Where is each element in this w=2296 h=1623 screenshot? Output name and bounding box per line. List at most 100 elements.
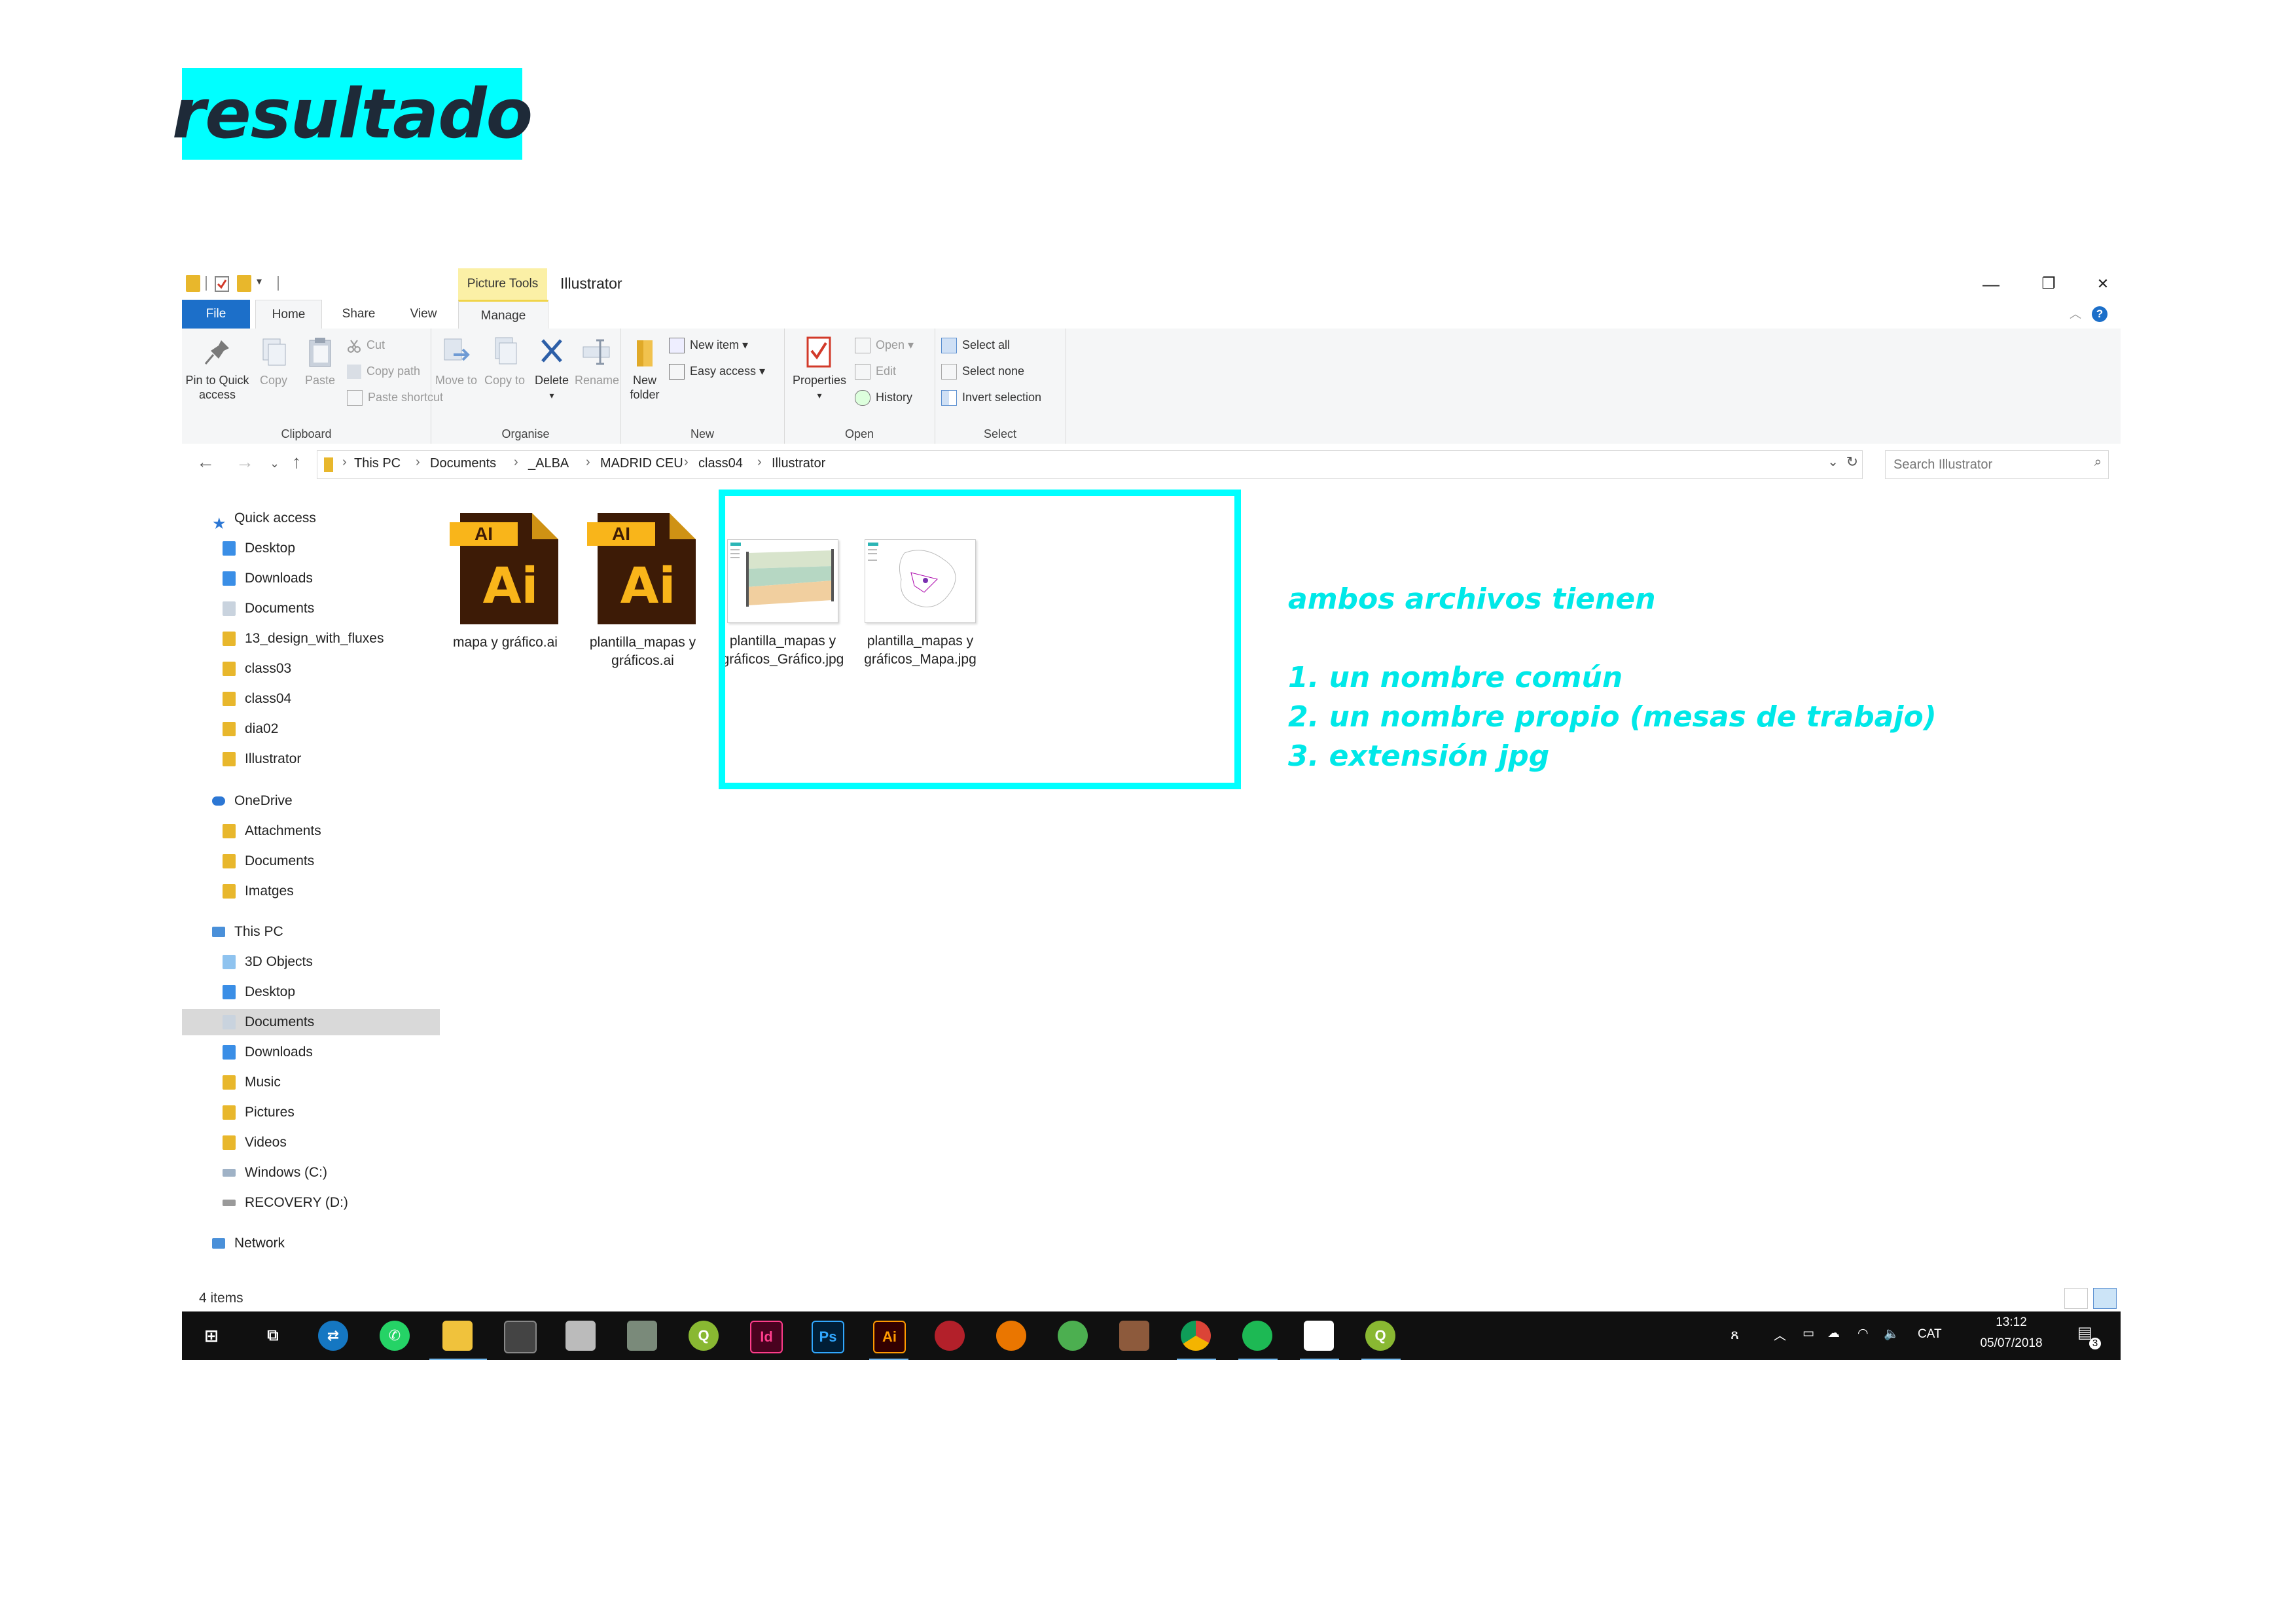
nav-pc-documents[interactable]: Documents	[182, 1009, 440, 1035]
app-icon[interactable]	[1058, 1321, 1088, 1351]
task-view-icon[interactable]: ⧉	[258, 1321, 288, 1351]
edit-button[interactable]: Edit	[855, 360, 896, 382]
paste-shortcut-button[interactable]: Paste shortcut	[347, 386, 443, 408]
help-icon[interactable]: ?	[2092, 306, 2108, 322]
breadcrumb-class04[interactable]: class04	[698, 456, 743, 471]
nav-onedrive-imatges[interactable]: Imatges	[223, 878, 294, 904]
app-icon[interactable]	[935, 1321, 965, 1351]
nav-quick-13-design-with-fluxes[interactable]: 13_design_with_fluxes📌	[223, 626, 474, 652]
nav-onedrive[interactable]: OneDrive	[212, 788, 293, 814]
rename-button[interactable]: Rename	[575, 335, 619, 387]
breadcrumb-documents[interactable]: Documents	[430, 456, 496, 471]
nav-quick-access[interactable]: ★ Quick access	[212, 505, 316, 533]
copy-button[interactable]: Copy	[251, 335, 296, 387]
show-hidden-icons-chevron-icon[interactable]: ︿	[1774, 1326, 1786, 1344]
pin-to-quick-access-button[interactable]: Pin to Quick access	[185, 335, 250, 402]
nav-pc-pictures[interactable]: Pictures	[223, 1099, 295, 1126]
windows-start-icon[interactable]: ⊞	[196, 1321, 226, 1351]
clock-date[interactable]: 05/07/2018	[1964, 1336, 2059, 1351]
nav-pc-windows-c[interactable]: Windows (C:)	[223, 1160, 327, 1186]
select-all-button[interactable]: Select all	[941, 334, 1010, 356]
address-breadcrumb[interactable]: › This PC › Documents › _ALBA › MADRID C…	[317, 450, 1863, 479]
tab-view[interactable]: View	[395, 300, 452, 329]
refresh-icon[interactable]: ↻	[1846, 454, 1858, 471]
volume-icon[interactable]: 🔈	[1884, 1326, 1899, 1342]
file-item[interactable]: AI Ai mapa y gráfico.ai	[437, 507, 573, 652]
nav-quick-dia02[interactable]: dia02	[223, 716, 278, 742]
copy-path-button[interactable]: Copy path	[347, 360, 420, 382]
people-icon[interactable]: ጸ	[1731, 1326, 1739, 1343]
app-icon[interactable]	[1119, 1321, 1149, 1351]
nav-onedrive-attachments[interactable]: Attachments	[223, 818, 321, 844]
copy-to-button[interactable]: Copy to	[483, 335, 526, 387]
breadcrumb-madrid-ceu[interactable]: MADRID CEU	[600, 456, 683, 471]
nav-pc-desktop[interactable]: Desktop	[223, 979, 295, 1005]
indesign-icon[interactable]: Id	[750, 1321, 783, 1353]
address-dropdown-icon[interactable]: ⌄	[1827, 454, 1839, 470]
nav-pc-recovery-d[interactable]: RECOVERY (D:)	[223, 1190, 348, 1216]
recent-locations-chevron-icon[interactable]: ⌄	[270, 457, 279, 471]
nav-quick-desktop[interactable]: Desktop📌	[223, 535, 474, 562]
nav-onedrive-documents[interactable]: Documents	[223, 848, 314, 874]
forward-arrow-icon[interactable]: →	[236, 452, 254, 473]
move-to-button[interactable]: Move to	[435, 335, 478, 387]
file-explorer-icon[interactable]	[442, 1321, 473, 1351]
nav-network[interactable]: Network	[212, 1230, 285, 1257]
blender-icon[interactable]	[996, 1321, 1026, 1351]
file-item[interactable]: AI Ai plantilla_mapas y gráficos.ai	[575, 507, 711, 670]
new-folder-button[interactable]: New folder	[624, 335, 665, 402]
large-icons-view-icon[interactable]	[2093, 1288, 2117, 1309]
whatsapp-icon[interactable]: ✆	[380, 1321, 410, 1351]
nav-quick-illustrator[interactable]: Illustrator	[223, 746, 301, 772]
delete-button[interactable]: Delete ▾	[530, 335, 573, 402]
history-button[interactable]: History	[855, 386, 912, 408]
search-input[interactable]	[1892, 455, 2078, 474]
breadcrumb-this-pc[interactable]: This PC	[354, 456, 401, 471]
easy-access-button[interactable]: Easy access ▾	[669, 360, 765, 382]
terminal-icon[interactable]	[504, 1321, 537, 1353]
app-icon[interactable]	[565, 1321, 596, 1351]
properties-button[interactable]: Properties ▾	[787, 335, 852, 402]
minimize-button[interactable]: —	[1971, 272, 2011, 296]
invert-selection-button[interactable]: Invert selection	[941, 386, 1041, 408]
close-button[interactable]: ✕	[2087, 272, 2119, 296]
open-button[interactable]: Open ▾	[855, 334, 914, 356]
nav-quick-class03[interactable]: class03	[223, 656, 291, 682]
cut-button[interactable]: Cut	[347, 334, 385, 356]
nav-pc-music[interactable]: Music	[223, 1069, 281, 1096]
qgis-icon[interactable]: Q	[1365, 1321, 1395, 1351]
language-indicator[interactable]: CAT	[1918, 1327, 1942, 1342]
battery-icon[interactable]: ▭	[1803, 1326, 1814, 1341]
qgis-icon[interactable]: Q	[689, 1321, 719, 1351]
details-view-icon[interactable]	[2064, 1288, 2088, 1309]
properties-quick-icon[interactable]	[215, 276, 229, 292]
customize-toolbar-icon[interactable]: ▾	[257, 275, 271, 292]
breadcrumb-alba[interactable]: _ALBA	[528, 456, 569, 471]
nav-quick-class04[interactable]: class04	[223, 686, 291, 712]
photoshop-icon[interactable]: Ps	[812, 1321, 844, 1353]
new-item-button[interactable]: New item ▾	[669, 334, 748, 356]
select-none-button[interactable]: Select none	[941, 360, 1024, 382]
tab-share[interactable]: Share	[327, 300, 390, 329]
back-arrow-icon[interactable]: ←	[196, 452, 215, 473]
nav-quick-downloads[interactable]: Downloads📌	[223, 565, 474, 592]
illustrator-icon[interactable]: Ai	[873, 1321, 906, 1353]
nav-this-pc[interactable]: This PC	[212, 919, 283, 945]
paste-button[interactable]: Paste	[297, 335, 343, 387]
tab-manage[interactable]: Manage	[458, 300, 548, 330]
onedrive-tray-icon[interactable]: ☁	[1827, 1326, 1840, 1341]
collapse-ribbon-icon[interactable]: ︿	[2070, 305, 2081, 322]
new-folder-quick-icon[interactable]	[237, 275, 251, 292]
clock-time[interactable]: 13:12	[1975, 1315, 2047, 1330]
teamviewer-icon[interactable]: ⇄	[318, 1321, 348, 1351]
chrome-icon[interactable]	[1181, 1321, 1211, 1351]
spotify-icon[interactable]	[1242, 1321, 1272, 1351]
up-arrow-icon[interactable]: ↑	[292, 452, 301, 473]
nav-pc-downloads[interactable]: Downloads	[223, 1039, 313, 1065]
tab-home[interactable]: Home	[255, 300, 322, 329]
notes-icon[interactable]	[1304, 1321, 1334, 1351]
nav-pc-3d-objects[interactable]: 3D Objects	[223, 949, 313, 975]
wifi-icon[interactable]: ◠	[1857, 1326, 1869, 1341]
image-app-icon[interactable]	[627, 1321, 657, 1351]
nav-pc-videos[interactable]: Videos	[223, 1130, 287, 1156]
